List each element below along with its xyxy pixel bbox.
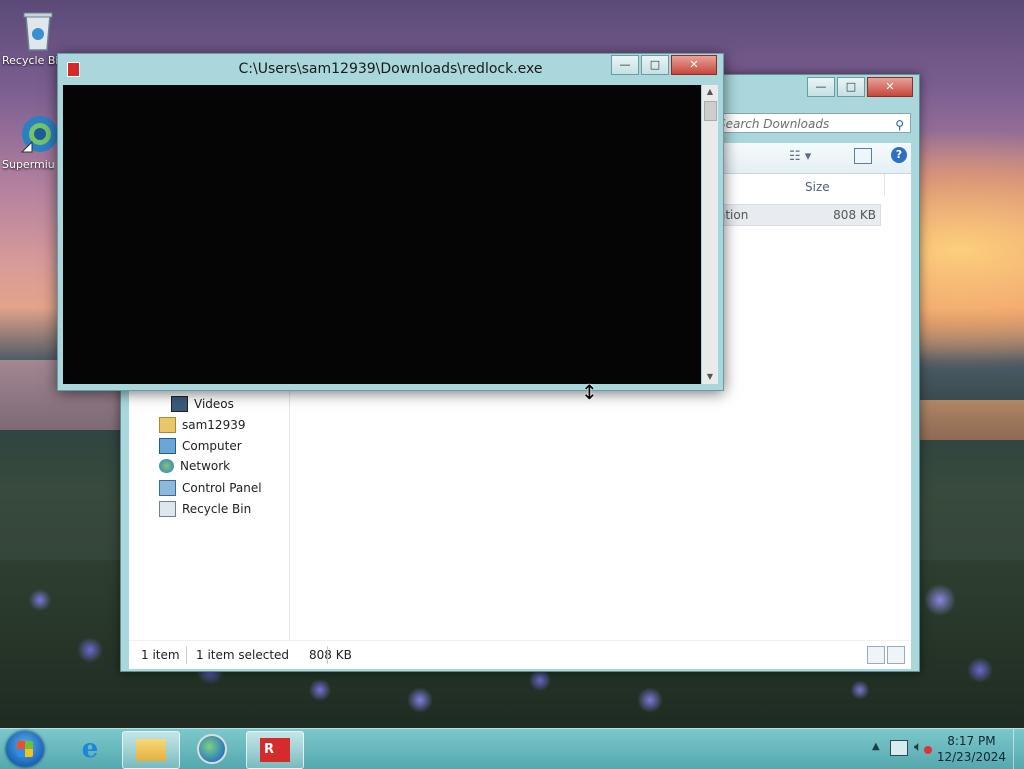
browser-icon [18, 112, 58, 156]
large-icons-view-icon[interactable] [887, 646, 905, 664]
console-maximize-button[interactable]: □ [641, 55, 669, 75]
column-header-size[interactable]: Size [805, 180, 830, 194]
search-icon[interactable]: ⚲ [895, 115, 904, 135]
nav-item-label: Control Panel [182, 481, 262, 495]
videos-icon [171, 396, 188, 412]
search-placeholder: Search Downloads [718, 117, 830, 131]
column-separator[interactable] [884, 174, 885, 196]
folder-icon [136, 739, 166, 761]
scroll-up-arrow-icon[interactable]: ▲ [702, 85, 718, 99]
scroll-thumb[interactable] [704, 101, 717, 121]
nav-item-user[interactable]: sam12939 [159, 417, 245, 433]
redlock-app-icon: R [260, 738, 290, 762]
file-row-redlock[interactable]: ation 808 KB [717, 204, 881, 226]
nav-item-label: Network [180, 459, 231, 473]
show-desktop-button[interactable] [1013, 729, 1024, 769]
clock-time: 8:17 PM [947, 734, 996, 748]
clock-date: 12/23/2024 [936, 750, 1006, 764]
status-bar: 1 item 1 item selected 808 KB [129, 640, 911, 669]
nav-item-label: Recycle Bin [182, 502, 252, 516]
search-input[interactable]: Search Downloads ⚲ [711, 113, 911, 133]
nav-item-control-panel[interactable]: Control Panel [159, 480, 262, 496]
internet-explorer-icon: e [81, 734, 99, 764]
nav-item-label: Computer [182, 439, 242, 453]
console-output[interactable] [63, 85, 701, 384]
desktop-icon-label: Recycle Bin [2, 54, 62, 67]
taskbar-internet-explorer[interactable]: e [62, 731, 118, 767]
start-button[interactable] [6, 731, 44, 767]
wallpaper-lake-sunset [920, 400, 1024, 440]
control-panel-icon [159, 480, 176, 496]
explorer-maximize-button[interactable]: □ [837, 77, 865, 97]
taskbar-redlock[interactable]: R [246, 731, 304, 769]
nav-item-label: Videos [194, 397, 234, 411]
help-icon[interactable]: ? [891, 147, 907, 163]
volume-muted-icon[interactable]: 🔈︎ [914, 739, 922, 755]
system-tray: ▲ 🔈︎ 8:17 PM 12/23/2024 [864, 729, 1024, 769]
scroll-down-arrow-icon[interactable]: ▼ [702, 370, 718, 384]
change-view-icon[interactable]: ☷ ▾ [789, 149, 811, 164]
console-close-button[interactable]: ✕ [671, 55, 717, 75]
nav-item-recycle-bin[interactable]: Recycle Bin [159, 501, 251, 517]
recycle-bin-icon [18, 8, 58, 52]
status-item-count: 1 item [141, 648, 180, 662]
status-selected: 1 item selected [196, 648, 290, 662]
status-size: 808 KB [309, 648, 352, 662]
nav-item-videos[interactable]: Videos [171, 396, 234, 412]
browser-icon [197, 734, 227, 764]
show-hidden-icons-icon[interactable]: ▲ [872, 741, 880, 752]
computer-icon [159, 438, 176, 454]
desktop-icon-label: Supermium [2, 158, 54, 171]
network-status-icon[interactable] [890, 740, 908, 756]
console-scrollbar[interactable]: ▲ ▼ [702, 85, 718, 384]
console-caption-buttons: — □ ✕ [611, 55, 717, 75]
file-size: 808 KB [833, 208, 876, 222]
network-icon [159, 459, 174, 473]
taskbar: e R ▲ 🔈︎ 8:17 PM 12/23/2024 [0, 728, 1024, 769]
explorer-caption-buttons: — □ ✕ [807, 77, 913, 97]
recycle-bin-icon [159, 501, 176, 517]
taskbar-file-explorer[interactable] [122, 731, 180, 769]
nav-item-network[interactable]: Network [159, 459, 230, 473]
status-separator [186, 646, 187, 664]
taskbar-supermium[interactable] [184, 731, 240, 767]
preview-pane-icon[interactable] [854, 148, 872, 164]
details-view-icon[interactable] [867, 646, 885, 664]
nav-item-label: sam12939 [182, 418, 246, 432]
nav-item-computer[interactable]: Computer [159, 438, 242, 454]
resize-cursor-icon: ↕ [581, 380, 598, 404]
status-view-buttons [867, 646, 905, 664]
clock[interactable]: 8:17 PM 12/23/2024 [937, 733, 1006, 765]
volume-mute-badge [924, 746, 932, 754]
status-separator [327, 646, 328, 664]
explorer-close-button[interactable]: ✕ [867, 77, 913, 97]
console-window[interactable]: C:\Users\sam12939\Downloads\redlock.exe … [57, 53, 724, 391]
console-minimize-button[interactable]: — [611, 55, 639, 75]
explorer-minimize-button[interactable]: — [807, 77, 835, 97]
user-folder-icon [159, 417, 176, 433]
